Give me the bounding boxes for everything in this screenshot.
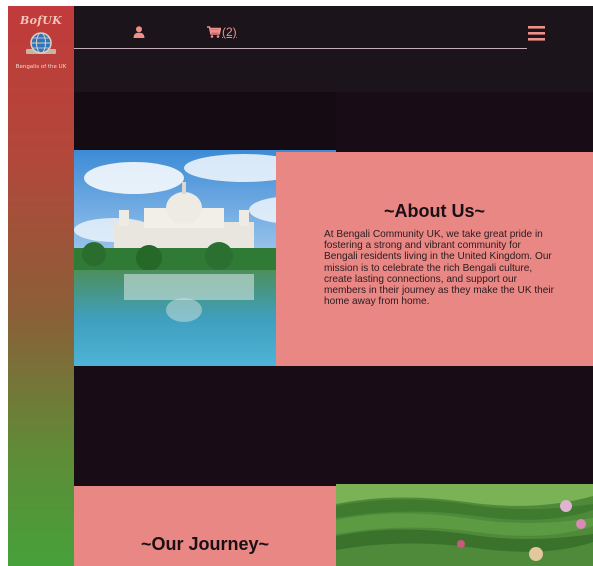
logo[interactable]: BofUK Bengalis of the UK [8, 14, 74, 70]
about-text: At Bengali Community UK, we take great p… [324, 229, 555, 308]
sidebar: BofUK Bengalis of the UK [8, 6, 74, 566]
journey-text: ... [122, 562, 322, 566]
journey-title: ~Our Journey~ [140, 534, 270, 554]
divider-band [74, 366, 593, 486]
globe-icon [26, 32, 56, 54]
tea-garden-image [336, 484, 593, 566]
about-section: ~About Us~ At Bengali Community UK, we t… [276, 152, 593, 366]
logo-name: BofUK [19, 14, 63, 27]
cart-icon [207, 26, 221, 38]
user-icon[interactable] [133, 26, 145, 38]
cart-count[interactable]: (2) [222, 25, 237, 39]
header: (2) [74, 6, 593, 92]
about-title: ~About Us~ [383, 201, 485, 221]
page: BofUK Bengalis of the UK (2) ~About Us~ … [0, 0, 593, 566]
journey-section: ~Our Journey~ ... [74, 486, 336, 566]
logo-tagline: Bengalis of the UK [15, 64, 67, 70]
hamburger-menu-icon[interactable] [528, 25, 546, 41]
cart-link[interactable]: (2) [207, 25, 237, 39]
header-divider [74, 48, 527, 49]
hero-band-left [74, 92, 336, 150]
